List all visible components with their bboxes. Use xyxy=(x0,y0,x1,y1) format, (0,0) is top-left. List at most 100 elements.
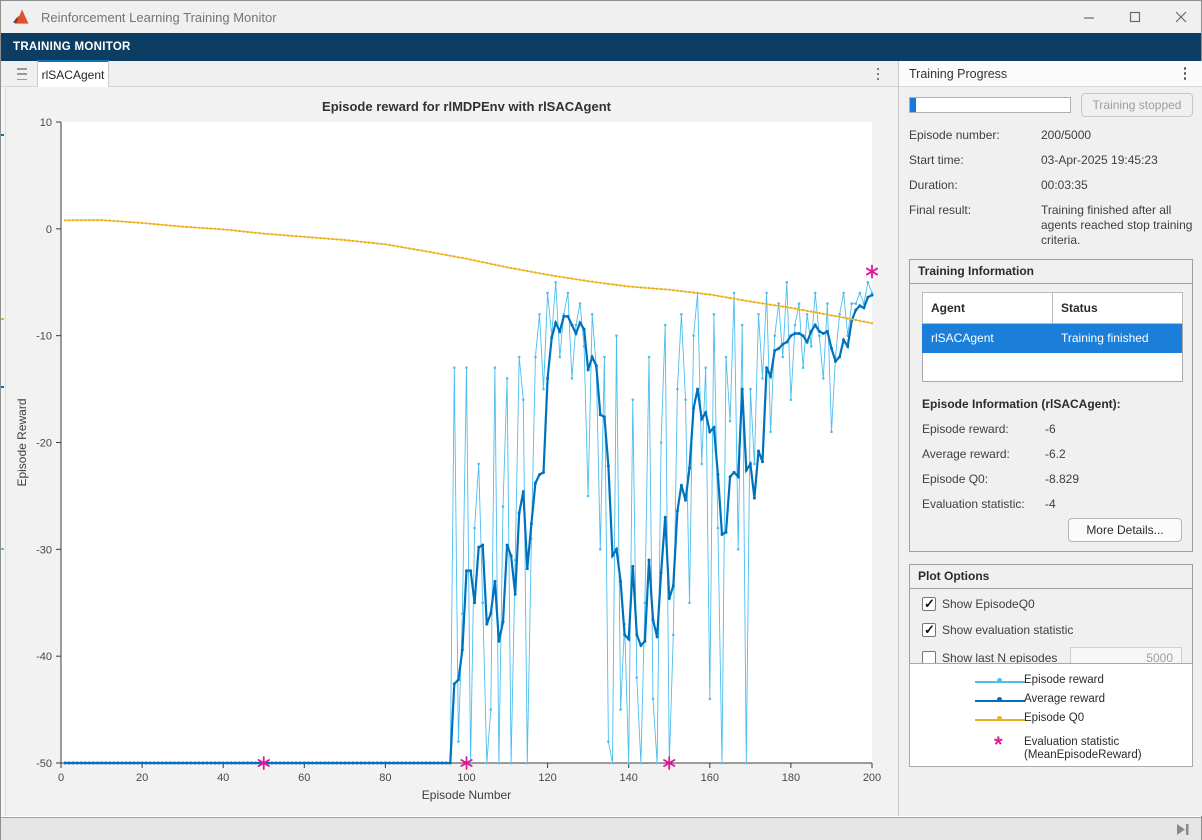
episode-q0-label: Episode Q0: xyxy=(922,472,1045,486)
maximize-icon xyxy=(1129,11,1141,23)
episode-reward-row: Episode reward: -6 xyxy=(922,422,1182,436)
svg-text:Episode reward for rlMDPEnv wi: Episode reward for rlMDPEnv with rlSACAg… xyxy=(322,99,612,114)
table-header-row: Agent Status xyxy=(923,293,1183,324)
legend-label: Average reward xyxy=(1024,693,1105,705)
status-cell: Training finished xyxy=(1053,324,1183,353)
plot-options-groupbox: Plot Options Show EpisodeQ0 Show evaluat… xyxy=(909,564,1193,679)
svg-text:20: 20 xyxy=(136,772,148,784)
panel-title: Training Progress xyxy=(909,67,1007,81)
average-reward-value: -6.2 xyxy=(1045,447,1066,461)
final-result-value: Training finished after all agents reach… xyxy=(1041,203,1193,248)
final-result-label: Final result: xyxy=(909,203,1041,248)
svg-text:-40: -40 xyxy=(36,651,52,663)
matlab-logo-icon xyxy=(13,9,31,25)
chart-legend: Episode reward Average reward Episode Q0… xyxy=(909,663,1193,767)
toolstrip-ribbon: TRAINING MONITOR xyxy=(1,33,1201,61)
svg-text:Episode Number: Episode Number xyxy=(422,788,511,802)
plot-options-title: Plot Options xyxy=(910,565,1192,589)
legend-entry-average-reward: Average reward xyxy=(910,693,1192,709)
dock-grip-icon xyxy=(17,68,27,80)
svg-text:160: 160 xyxy=(701,772,719,784)
evaluation-statistic-asterisk-icon: * xyxy=(994,732,1003,758)
legend-label-line1: Evaluation statistic xyxy=(1024,736,1119,748)
episode-reward-label: Episode reward: xyxy=(922,422,1045,436)
agent-column-header[interactable]: Agent xyxy=(923,293,1053,324)
svg-text:80: 80 xyxy=(379,772,391,784)
close-icon xyxy=(1175,11,1187,23)
document-tab-bar: rlSACAgent xyxy=(1,61,898,87)
svg-text:180: 180 xyxy=(782,772,800,784)
legend-entry-episode-q0: Episode Q0 xyxy=(910,712,1192,728)
episode-number-row: Episode number: 200/5000 xyxy=(909,128,1193,142)
training-plot-figure: Episode reward for rlMDPEnv with rlSACAg… xyxy=(6,87,898,816)
legend-entry-episode-reward: Episode reward xyxy=(910,674,1192,690)
episode-number-label: Episode number: xyxy=(909,128,1041,142)
final-result-row: Final result: Training finished after al… xyxy=(909,203,1193,248)
duration-label: Duration: xyxy=(909,178,1041,192)
svg-text:100: 100 xyxy=(457,772,475,784)
agent-status-table: Agent Status rlSACAgent Training finishe… xyxy=(922,292,1183,382)
minimize-button[interactable] xyxy=(1073,3,1105,31)
svg-text:Episode Reward: Episode Reward xyxy=(15,398,29,486)
episode-number-value: 200/5000 xyxy=(1041,128,1193,142)
maximize-button[interactable] xyxy=(1119,3,1151,31)
panel-actions-menu-button[interactable] xyxy=(1176,64,1194,84)
episode-reward-marker-swatch xyxy=(997,678,1002,683)
episode-information-title: Episode Information (rlSACAgent): xyxy=(922,397,1121,411)
show-evaluation-statistic-checkbox[interactable] xyxy=(922,623,936,637)
training-progress-panel: Training Progress Training stopped Episo… xyxy=(899,61,1202,816)
episode-q0-value: -8.829 xyxy=(1045,472,1079,486)
svg-text:10: 10 xyxy=(40,117,52,129)
ribbon-tab-training-monitor[interactable]: TRAINING MONITOR xyxy=(1,41,143,53)
title-bar: Reinforcement Learning Training Monitor xyxy=(1,1,1201,33)
legend-label-line2: (MeanEpisodeReward) xyxy=(1024,749,1142,761)
skip-to-end-icon xyxy=(1175,823,1191,836)
tab-rlsacagent[interactable]: rlSACAgent xyxy=(37,60,109,87)
show-episodeq0-label: Show EpisodeQ0 xyxy=(942,597,1035,611)
agent-cell: rlSACAgent xyxy=(923,324,1053,353)
status-bar xyxy=(1,817,1201,840)
start-time-row: Start time: 03-Apr-2025 19:45:23 xyxy=(909,153,1193,167)
legend-entry-evaluation-statistic: * Evaluation statistic (MeanEpisodeRewar… xyxy=(910,736,1192,766)
svg-text:40: 40 xyxy=(217,772,229,784)
show-episodeq0-checkbox[interactable] xyxy=(922,597,936,611)
window-title: Reinforcement Learning Training Monitor xyxy=(41,10,277,25)
close-button[interactable] xyxy=(1165,3,1197,31)
more-details-button[interactable]: More Details... xyxy=(1068,518,1182,542)
svg-text:200: 200 xyxy=(863,772,881,784)
duration-value: 00:03:35 xyxy=(1041,178,1193,192)
episode-q0-marker-swatch xyxy=(997,716,1002,721)
evaluation-statistic-value: -4 xyxy=(1045,497,1056,511)
document-actions-menu-button[interactable] xyxy=(869,64,887,84)
training-stopped-button[interactable]: Training stopped xyxy=(1081,93,1193,117)
status-column-header[interactable]: Status xyxy=(1053,293,1183,324)
average-reward-label: Average reward: xyxy=(922,447,1045,461)
evaluation-statistic-label: Evaluation statistic: xyxy=(922,497,1045,511)
training-progress-header: Training Progress xyxy=(899,61,1202,87)
svg-text:0: 0 xyxy=(58,772,64,784)
legend-label: Episode reward xyxy=(1024,674,1104,686)
duration-row: Duration: 00:03:35 xyxy=(909,178,1193,192)
svg-text:-50: -50 xyxy=(36,758,52,770)
episode-reward-value: -6 xyxy=(1045,422,1056,436)
rl-training-monitor-window: { "window": { "title": "Reinforcement Le… xyxy=(0,0,1202,840)
legend-label: Episode Q0 xyxy=(1024,712,1084,724)
svg-text:140: 140 xyxy=(620,772,638,784)
show-evaluation-statistic-option: Show evaluation statistic xyxy=(922,623,1073,637)
minimize-icon xyxy=(1083,11,1095,23)
start-time-value: 03-Apr-2025 19:45:23 xyxy=(1041,153,1193,167)
training-progress-fill xyxy=(910,98,916,112)
training-progress-bar xyxy=(909,97,1071,113)
training-information-title: Training Information xyxy=(910,260,1192,284)
skip-to-end-button[interactable] xyxy=(1175,823,1191,836)
table-row[interactable]: rlSACAgent Training finished xyxy=(923,324,1183,353)
average-reward-row: Average reward: -6.2 xyxy=(922,447,1182,461)
svg-text:-30: -30 xyxy=(36,544,52,556)
episode-reward-chart: Episode reward for rlMDPEnv with rlSACAg… xyxy=(6,87,898,816)
start-time-label: Start time: xyxy=(909,153,1041,167)
svg-text:-20: -20 xyxy=(36,438,52,450)
legend-label-two-line: Evaluation statistic (MeanEpisodeReward) xyxy=(1024,736,1142,762)
show-evaluation-statistic-label: Show evaluation statistic xyxy=(942,623,1073,637)
training-information-groupbox: Training Information Agent Status rlSACA… xyxy=(909,259,1193,552)
table-empty-row xyxy=(923,353,1183,382)
